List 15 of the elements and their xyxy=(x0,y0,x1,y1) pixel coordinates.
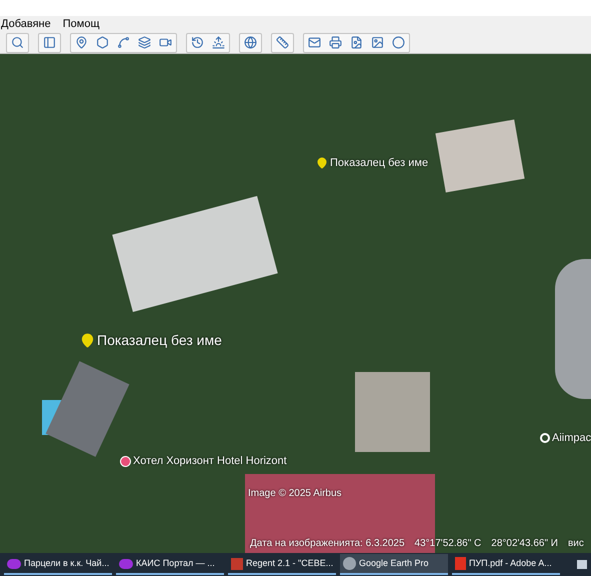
taskbar-button[interactable]: ПУП.pdf - Adobe A... xyxy=(452,554,560,575)
elevation-label: вис xyxy=(568,537,584,551)
imagery-attribution: Image © 2025 Airbus xyxy=(248,487,342,501)
imagery-date: Дата на изображенията: 6.3.2025 xyxy=(250,537,405,551)
taskbar-button[interactable]: Парцели в к.к. Чай... xyxy=(4,554,112,575)
taskbar-button[interactable]: КАИС Портал — ... xyxy=(116,554,224,575)
map-label: Показалец без име xyxy=(330,156,428,171)
map-label: Aiimpac xyxy=(552,431,591,446)
map-label: Хотел Хоризонт Hotel Horizont xyxy=(133,454,287,469)
taskbar-button[interactable]: Google Earth Pro xyxy=(340,554,448,575)
longitude: 28°02'43.66" И xyxy=(491,537,558,551)
menu-item[interactable]: Добавяне xyxy=(1,16,51,32)
taskbar-button[interactable]: Regent 2.1 - "СЕВЕ... xyxy=(228,554,336,575)
map-label: Показалец без име xyxy=(97,331,222,350)
menu-item[interactable]: Помощ xyxy=(62,16,100,32)
